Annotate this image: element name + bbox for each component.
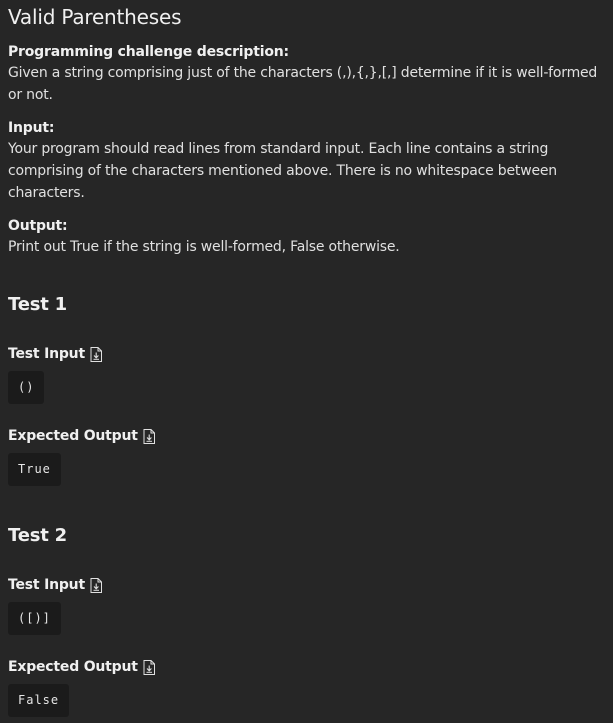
input-text: Your program should read lines from stan… [8, 141, 557, 201]
challenge-page: Valid Parentheses Programming challenge … [0, 0, 613, 258]
test-2-input-value: ([)] [8, 602, 61, 635]
page-title: Valid Parentheses [8, 5, 182, 29]
test-2-input-heading: Test Input [8, 575, 102, 595]
download-file-icon[interactable] [90, 346, 102, 362]
output-label: Output: [8, 218, 68, 234]
input-section: Input: Your program should read lines fr… [8, 118, 605, 204]
test-1-input-value: () [8, 371, 45, 404]
test-2-output-heading: Expected Output [8, 657, 155, 677]
test-2-output-label: Expected Output [8, 659, 138, 675]
test-1-output-label: Expected Output [8, 428, 138, 444]
description-section: Programming challenge description: Given… [8, 42, 605, 106]
output-text: Print out True if the string is well-for… [8, 239, 400, 255]
test-1-output-heading: Expected Output [8, 426, 155, 446]
description-label: Programming challenge description: [8, 44, 289, 60]
test-2-input-label: Test Input [8, 577, 85, 593]
download-file-icon[interactable] [90, 577, 102, 593]
description-text: Given a string comprising just of the ch… [8, 65, 598, 103]
download-file-icon[interactable] [143, 428, 155, 444]
test-1-input-heading: Test Input [8, 344, 102, 364]
test-2-output-value: False [8, 684, 70, 717]
output-section: Output: Print out True if the string is … [8, 216, 605, 258]
test-1-heading: Test 1 [8, 294, 68, 315]
test-1-input-label: Test Input [8, 346, 85, 362]
input-label: Input: [8, 120, 55, 136]
test-2-heading: Test 2 [8, 525, 68, 546]
download-file-icon[interactable] [143, 659, 155, 675]
test-1-output-value: True [8, 453, 61, 486]
